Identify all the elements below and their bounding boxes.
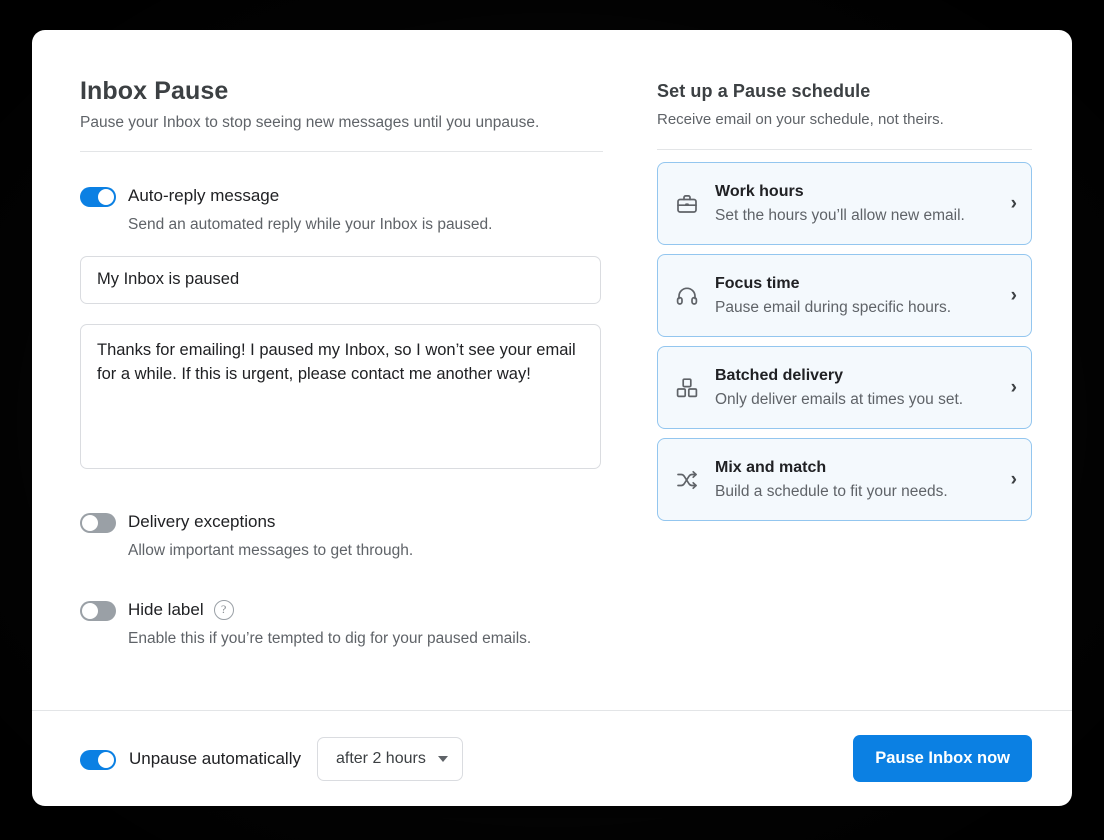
pause-inbox-now-button[interactable]: Pause Inbox now (853, 735, 1032, 782)
unpause-automatically-label: Unpause automatically (129, 747, 301, 771)
chevron-down-icon (438, 756, 448, 762)
right-divider (657, 149, 1032, 150)
hide-label-label-line: Hide label ? (128, 598, 531, 622)
schedule-card-work-hours[interactable]: Work hours Set the hours you’ll allow ne… (657, 162, 1032, 245)
card-text: Batched delivery Only deliver emails at … (715, 365, 1005, 411)
delivery-exceptions-label: Delivery exceptions (128, 510, 275, 534)
dialog-footer: Unpause automatically after 2 hours Paus… (32, 710, 1072, 806)
inbox-pause-panel: Inbox Pause Pause your Inbox to stop see… (32, 30, 609, 710)
toggle-knob (82, 515, 98, 531)
schedule-card-list: Work hours Set the hours you’ll allow ne… (657, 162, 1032, 521)
schedule-card-mix-and-match[interactable]: Mix and match Build a schedule to fit yo… (657, 438, 1032, 521)
left-divider (80, 151, 603, 152)
card-text: Work hours Set the hours you’ll allow ne… (715, 181, 1005, 227)
page-title: Inbox Pause (80, 76, 609, 106)
briefcase-icon (674, 191, 700, 217)
boxes-icon (674, 375, 700, 401)
schedule-card-focus-time[interactable]: Focus time Pause email during specific h… (657, 254, 1032, 337)
unpause-group: Unpause automatically after 2 hours (80, 737, 463, 781)
delivery-exceptions-label-line: Delivery exceptions (128, 510, 413, 534)
schedule-card-batched-delivery[interactable]: Batched delivery Only deliver emails at … (657, 346, 1032, 429)
card-subtitle: Set the hours you’ll allow new email. (715, 205, 1005, 227)
unpause-automatically-toggle[interactable] (80, 750, 116, 770)
hide-label-toggle[interactable] (80, 601, 116, 621)
chevron-right-icon: › (1005, 194, 1017, 213)
schedule-subtitle: Receive email on your schedule, not thei… (657, 109, 1032, 131)
chevron-right-icon: › (1005, 286, 1017, 305)
hide-label-row: Hide label ? Enable this if you’re tempt… (80, 598, 609, 650)
auto-reply-toggle[interactable] (80, 187, 116, 207)
auto-reply-row: Auto-reply message Send an automated rep… (80, 184, 609, 236)
delivery-exceptions-description: Allow important messages to get through. (128, 540, 413, 562)
delivery-exceptions-row: Delivery exceptions Allow important mess… (80, 510, 609, 562)
headphones-icon (674, 283, 700, 309)
toggle-knob (98, 189, 114, 205)
toggle-knob (82, 603, 98, 619)
auto-reply-text: Auto-reply message Send an automated rep… (128, 184, 492, 236)
chevron-right-icon: › (1005, 378, 1017, 397)
card-title: Mix and match (715, 457, 1005, 479)
page-subtitle: Pause your Inbox to stop seeing new mess… (80, 112, 609, 134)
card-subtitle: Build a schedule to fit your needs. (715, 481, 1005, 503)
auto-reply-label: Auto-reply message (128, 184, 279, 208)
unpause-duration-value: after 2 hours (336, 750, 426, 768)
hide-label-description: Enable this if you’re tempted to dig for… (128, 628, 531, 650)
delivery-exceptions-toggle[interactable] (80, 513, 116, 533)
help-circle-icon[interactable]: ? (214, 600, 234, 620)
card-title: Focus time (715, 273, 1005, 295)
card-title: Work hours (715, 181, 1005, 203)
unpause-duration-select[interactable]: after 2 hours (317, 737, 463, 781)
inbox-pause-dialog: Inbox Pause Pause your Inbox to stop see… (32, 30, 1072, 806)
auto-reply-subject-input[interactable] (80, 256, 601, 304)
hide-label-text: Hide label ? Enable this if you’re tempt… (128, 598, 531, 650)
card-text: Mix and match Build a schedule to fit yo… (715, 457, 1005, 503)
auto-reply-label-line: Auto-reply message (128, 184, 492, 208)
auto-reply-description: Send an automated reply while your Inbox… (128, 214, 492, 236)
card-subtitle: Pause email during specific hours. (715, 297, 1005, 319)
dialog-body: Inbox Pause Pause your Inbox to stop see… (32, 30, 1072, 710)
card-subtitle: Only deliver emails at times you set. (715, 389, 1005, 411)
toggle-knob (98, 752, 114, 768)
schedule-title: Set up a Pause schedule (657, 79, 1032, 103)
card-text: Focus time Pause email during specific h… (715, 273, 1005, 319)
hide-label-label: Hide label (128, 598, 204, 622)
auto-reply-body-textarea[interactable] (80, 324, 601, 469)
delivery-exceptions-text: Delivery exceptions Allow important mess… (128, 510, 413, 562)
shuffle-icon (674, 467, 700, 493)
card-title: Batched delivery (715, 365, 1005, 387)
pause-schedule-panel: Set up a Pause schedule Receive email on… (609, 30, 1072, 710)
chevron-right-icon: › (1005, 470, 1017, 489)
